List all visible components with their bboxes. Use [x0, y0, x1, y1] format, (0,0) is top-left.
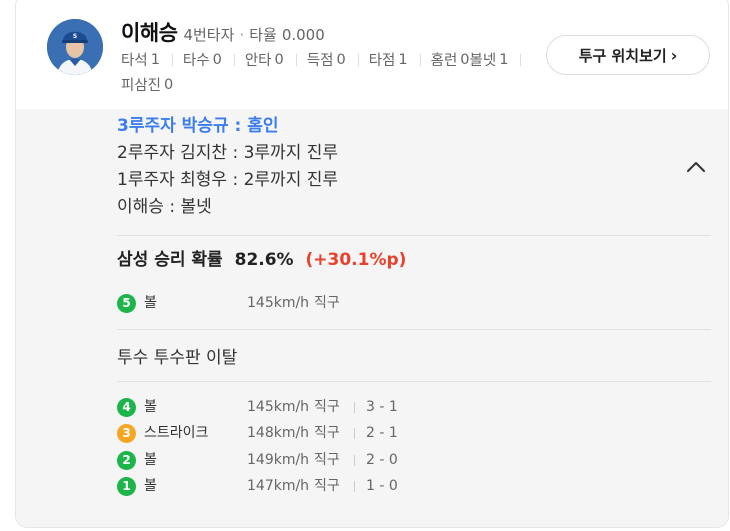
- pitch-number-badge: 4: [117, 397, 136, 417]
- pitch-number-badge: 1: [117, 476, 136, 496]
- pitch-number-badge: 5: [117, 293, 136, 313]
- divider: [354, 402, 355, 413]
- pitch-type: 직구: [314, 425, 340, 441]
- batting-average-label: 타율: [249, 26, 277, 44]
- win-probability: 삼성 승리 확률 82.6% (+30.1%p): [117, 245, 406, 270]
- divider: [354, 481, 355, 492]
- stat-strikeouts: 피삼진 0: [121, 76, 174, 95]
- pitch-type: 직구: [314, 452, 340, 468]
- pitch-row: 5 볼 145km/h 직구: [117, 293, 340, 313]
- svg-text:S: S: [73, 33, 77, 40]
- pitch-row: 2 볼 149km/h 직구 2 - 0: [117, 450, 398, 470]
- event-run-scored: 3루주자 박승규 : 홈인: [117, 116, 279, 136]
- batter-stats: 타석 1 타수 0 안타 0 득점 0 타점 1 홈런 0 볼넷 1 피삼진 0: [121, 49, 551, 95]
- win-probability-label: 삼성 승리 확률: [117, 250, 223, 270]
- pitch-location-button[interactable]: 투구 위치보기 ›: [546, 35, 710, 75]
- win-probability-value: 82.6%: [234, 250, 294, 270]
- pitch-row: 1 볼 147km/h 직구 1 - 0: [117, 476, 398, 496]
- chevron-up-icon[interactable]: [684, 157, 708, 177]
- event-runner-advance: 2루주자 김지찬 : 3루까지 진루: [117, 143, 339, 163]
- play-events: 3루주자 박승규 : 홈인 2루주자 김지찬 : 3루까지 진루 1루주자 최형…: [117, 113, 338, 221]
- divider: [117, 329, 711, 330]
- batting-average-value: 0.000: [281, 26, 325, 44]
- stat-plate-appearances: 타석 1: [121, 49, 183, 70]
- pitch-type: 직구: [314, 399, 340, 415]
- stat-runs: 득점 0: [307, 49, 369, 70]
- divider: [354, 455, 355, 466]
- pitch-count: 3 - 1: [366, 399, 398, 415]
- player-avatar: S: [47, 19, 103, 75]
- chevron-right-icon: ›: [670, 45, 678, 65]
- pitch-row: 3 스트라이크 148km/h 직구 2 - 1: [117, 423, 398, 443]
- pitch-count: 2 - 0: [366, 452, 398, 468]
- divider: [354, 428, 355, 439]
- pitch-row: 4 볼 145km/h 직구 3 - 1: [117, 397, 398, 417]
- pitch-count: 2 - 1: [366, 425, 398, 441]
- pitch-result: 볼: [144, 295, 157, 311]
- stat-home-runs: 홈런 0: [430, 51, 470, 70]
- player-name[interactable]: 이해승: [121, 17, 178, 47]
- pitch-speed: 145km/h: [247, 399, 310, 415]
- pitch-type: 직구: [314, 478, 340, 494]
- stat-walks: 볼넷 1: [470, 49, 532, 70]
- win-probability-delta: (+30.1%p): [305, 250, 407, 270]
- stat-rbi: 타점 1: [369, 49, 431, 70]
- play-card: S 이해승 4번타자 · 타율 0.000 타석 1 타수 0 안타 0 득점 0 타점…: [15, 0, 729, 528]
- pitch-result: 볼: [144, 452, 157, 468]
- batting-order: 4번타자: [183, 26, 235, 44]
- pitch-result: 볼: [144, 478, 157, 494]
- player-name-line: 이해승 4번타자 · 타율 0.000: [121, 17, 325, 47]
- pitch-speed: 148km/h: [247, 425, 310, 441]
- pitch-location-label: 투구 위치보기: [578, 46, 667, 65]
- pitch-type: 직구: [314, 295, 340, 311]
- stat-at-bats: 타수 0: [183, 49, 245, 70]
- pitch-speed: 145km/h: [247, 295, 310, 311]
- pitcher-event: 투수 투수판 이탈: [117, 348, 238, 368]
- pitch-speed: 147km/h: [247, 478, 310, 494]
- pitch-count: 1 - 0: [366, 478, 398, 494]
- pitch-speed: 149km/h: [247, 452, 310, 468]
- divider: [117, 381, 711, 382]
- pitch-number-badge: 3: [117, 423, 136, 443]
- stat-hits: 안타 0: [245, 49, 307, 70]
- pitch-result: 볼: [144, 399, 157, 415]
- separator-dot: ·: [239, 26, 245, 44]
- batter-header: S 이해승 4번타자 · 타율 0.000 타석 1 타수 0 안타 0 득점 0 타점…: [16, 0, 728, 109]
- pitch-result: 스트라이크: [144, 425, 209, 441]
- event-runner-advance: 1루주자 최형우 : 2루까지 진루: [117, 170, 339, 190]
- divider: [117, 235, 711, 236]
- play-detail-panel: 3루주자 박승규 : 홈인 2루주자 김지찬 : 3루까지 진루 1루주자 최형…: [16, 109, 728, 527]
- pitch-number-badge: 2: [117, 450, 136, 470]
- event-batter-result: 이해승 : 볼넷: [117, 197, 212, 217]
